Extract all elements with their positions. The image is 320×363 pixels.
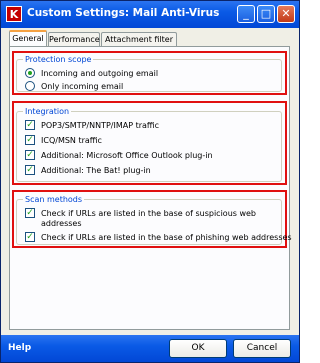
scan-methods-group: Scan methods ✓ Check if URLs are listed … [16,194,292,245]
minimize-button[interactable]: _ [237,5,255,23]
footer-bar: Help OK Cancel [1,335,299,362]
checkbox-label: Additional: Microsoft Office Outlook plu… [41,151,213,160]
checkbox-checked[interactable]: ✓ [25,208,35,218]
tab-attachment-filter[interactable]: Attachment filter [101,32,177,46]
title-bar[interactable]: K Custom Settings: Mail Anti-Virus _ □ ✕ [1,1,299,28]
protection-scope-legend: Protection scope [23,54,94,65]
integration-group: Integration ✓ POP3/SMTP/NNTP/IMAP traffi… [16,106,282,182]
checkbox-checked[interactable]: ✓ [25,150,35,160]
general-tab-panel: Protection scope Incoming and outgoing e… [9,46,292,330]
checkbox-checked[interactable]: ✓ [25,135,35,145]
checkbox-checked[interactable]: ✓ [25,232,35,242]
checkbox-checked[interactable]: ✓ [25,120,35,130]
kaspersky-app-icon: K [6,6,22,22]
tab-performance[interactable]: Performance [48,32,100,46]
protection-scope-group: Protection scope Incoming and outgoing e… [16,54,282,92]
checkbox-label: Additional: The Bat! plug-in [41,166,151,175]
radio-button[interactable] [25,81,35,91]
radio-button-selected[interactable] [25,68,35,78]
checkbox-label-line2: addresses [41,219,82,228]
scan-methods-legend: Scan methods [23,194,85,205]
help-link[interactable]: Help [8,343,31,353]
radio-label: Only incoming email [41,82,124,91]
radio-label: Incoming and outgoing email [41,69,159,78]
cancel-button[interactable]: Cancel [233,339,291,358]
checkbox-label: ICQ/MSN traffic [41,136,102,145]
settings-window: K Custom Settings: Mail Anti-Virus _ □ ✕… [0,0,300,363]
ok-button[interactable]: OK [169,339,227,358]
maximize-button[interactable]: □ [257,5,275,23]
integration-legend: Integration [23,106,72,117]
checkbox-label: POP3/SMTP/NNTP/IMAP traffic [41,121,160,130]
checkbox-checked[interactable]: ✓ [25,165,35,175]
tab-general[interactable]: General [9,30,47,46]
window-title: Custom Settings: Mail Anti-Virus [27,7,220,19]
checkbox-label: Check if URLs are listed in the base of … [41,233,292,242]
close-button[interactable]: ✕ [277,5,295,23]
